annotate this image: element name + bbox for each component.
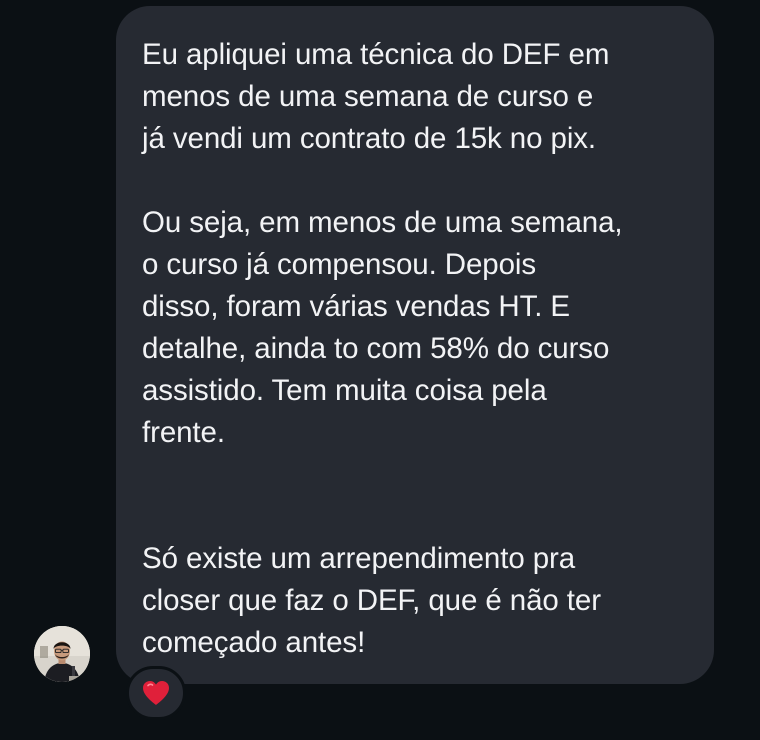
message-paragraph-1: Eu apliquei uma técnica do DEF em menos …: [142, 38, 610, 155]
reaction-badge[interactable]: [126, 666, 186, 720]
avatar-photo: [34, 626, 90, 682]
message-paragraph-3: Só existe um arrependimento pra closer q…: [142, 542, 601, 659]
heart-icon: [143, 681, 169, 705]
message-bubble[interactable]: Eu apliquei uma técnica do DEF em menos …: [116, 6, 714, 684]
message-paragraph-2: Ou seja, em menos de uma semana, o curso…: [142, 206, 623, 449]
chat-screen: Eu apliquei uma técnica do DEF em menos …: [0, 0, 760, 740]
sender-avatar[interactable]: [34, 626, 90, 682]
